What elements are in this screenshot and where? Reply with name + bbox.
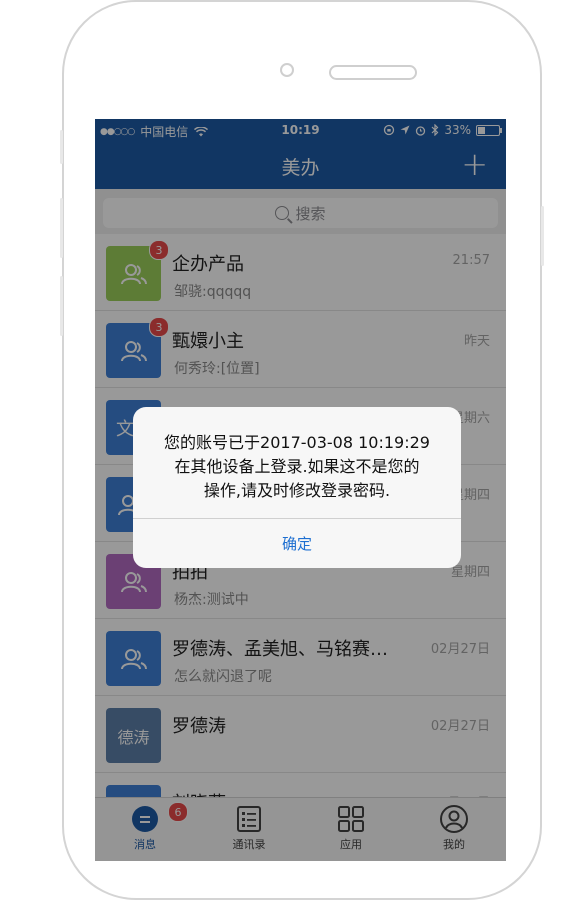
login-conflict-alert: 您的账号已于2017-03-08 10:19:29 在其他设备上登录.如果这不是… [133,407,461,568]
volume-up-button [60,198,63,258]
phone-screen: ●●○○○ 中国电信 10:19 33% 美办 + 搜索 3 企办产品 邹骁:q… [95,119,506,861]
alert-message-line: 操作,请及时修改登录密码. [203,481,391,500]
earpiece-slot [329,65,417,80]
alert-message-line: 在其他设备上登录.如果这不是您的 [174,457,420,476]
camera-dot [280,63,294,77]
confirm-button[interactable]: 确定 [133,519,461,568]
alert-message: 您的账号已于2017-03-08 10:19:29 在其他设备上登录.如果这不是… [143,431,451,503]
power-button [541,206,544,266]
volume-down-button [60,276,63,336]
alert-message-line: 您的账号已于2017-03-08 10:19:29 [164,433,430,452]
mute-switch [60,130,63,164]
